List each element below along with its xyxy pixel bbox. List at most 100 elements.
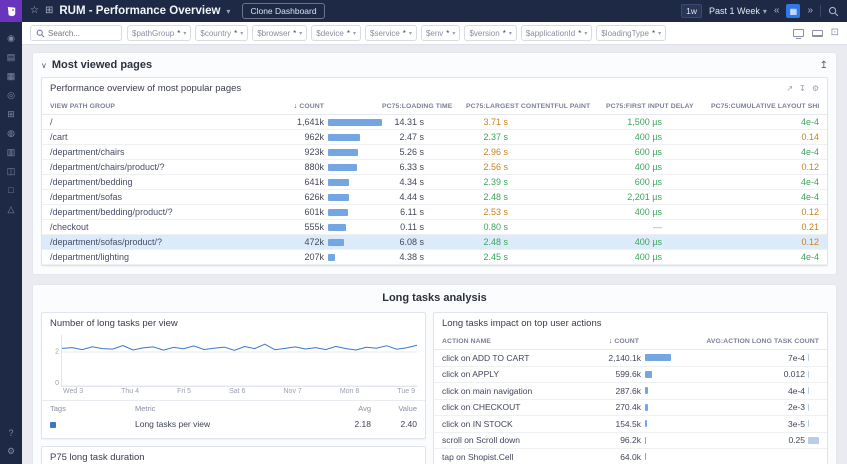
fid-value: 600 µs [606, 177, 662, 187]
title-chevron-down-icon[interactable]: ▾ [226, 7, 230, 16]
view-path-cell[interactable]: /department/sofas/product/? [50, 237, 270, 247]
column-header-cls[interactable]: PC75:CUMULATIVE LAYOUT SHIFT [711, 103, 819, 110]
settings-gear-icon[interactable]: ⚙ [7, 447, 15, 456]
view-path-cell[interactable]: /department/bedding/product/? [50, 207, 270, 217]
long-tasks-section: Long tasks analysis Number of long tasks… [32, 284, 837, 464]
column-header-action-name[interactable]: ACTION NAME [442, 338, 559, 345]
fid-cell: 400 µs [606, 162, 711, 172]
integrations-icon[interactable]: ⊞ [7, 110, 15, 119]
metrics-icon[interactable]: ▤ [7, 53, 16, 62]
view-path-cell[interactable]: /cart [50, 132, 270, 142]
collapse-chevron-icon[interactable]: ∨ [41, 61, 47, 70]
view-path-cell[interactable]: /department/bedding [50, 177, 270, 187]
table-row[interactable]: scroll on Scroll down96.2k0.25 [434, 433, 827, 450]
action-name-cell[interactable]: click on APPLY [442, 369, 559, 379]
apm-icon[interactable]: ◍ [7, 129, 15, 138]
monitors-icon[interactable]: ◎ [7, 91, 15, 100]
view-path-cell[interactable]: /checkout [50, 222, 270, 232]
action-name-cell[interactable]: click on CHECKOUT [442, 402, 559, 412]
watchdog-icon[interactable]: ◉ [7, 34, 15, 43]
infrastructure-icon[interactable]: ▦ [7, 72, 16, 81]
table-row[interactable]: click on APPLY599.6k0.012 [434, 367, 827, 384]
search-input[interactable] [48, 29, 116, 38]
search-icon[interactable] [828, 6, 839, 17]
filter-variable-version[interactable]: $version*▾ [464, 25, 516, 41]
clone-dashboard-button[interactable]: Clone Dashboard [242, 3, 324, 19]
table-row[interactable]: /department/bedding641k4.34 s2.39 s600 µ… [42, 175, 827, 190]
column-header-lcp[interactable]: PC75:LARGEST CONTENTFUL PAINT [466, 103, 606, 110]
filter-variable-applicationId[interactable]: $applicationId*▾ [521, 25, 593, 41]
legend-row[interactable]: Long tasks per view 2.18 2.40 [50, 415, 417, 433]
table-row[interactable]: /cart962k2.47 s2.37 s400 µs0.14 [42, 130, 827, 145]
view-path-cell[interactable]: /department/chairs/product/? [50, 162, 270, 172]
layout-grid-icon[interactable]: ▦ [786, 4, 800, 18]
view-path-cell[interactable]: / [50, 117, 270, 127]
time-range-selector[interactable]: Past 1 Week ▾ [709, 6, 767, 16]
time-range-shortcut[interactable]: 1w [681, 4, 702, 18]
table-row[interactable]: click on IN STOCK154.5k3e-5 [434, 416, 827, 433]
table-row[interactable]: /department/chairs/product/?880k6.33 s2.… [42, 160, 827, 175]
column-header-loading-time[interactable]: PC75:LOADING TIME [382, 103, 466, 110]
table-row[interactable]: /department/lighting207k4.38 s2.45 s400 … [42, 250, 827, 265]
table-row[interactable]: click on main navigation287.6k4e-4 [434, 383, 827, 400]
most-viewed-section: ∨ Most viewed pages ↥ Performance overvi… [32, 52, 837, 275]
tv-mode-icon[interactable] [793, 29, 804, 37]
column-header-path[interactable]: VIEW PATH GROUP [50, 103, 270, 110]
count-bar [645, 371, 671, 378]
laptop-icon[interactable] [812, 30, 823, 37]
column-header-count[interactable]: ↓COUNT [559, 338, 671, 345]
expand-icon[interactable]: ↗ [786, 84, 793, 93]
dashboards-list-icon[interactable]: ⊞ [45, 6, 53, 16]
view-path-cell[interactable]: /department/sofas [50, 192, 270, 202]
cls-cell: 4e-4 [711, 252, 819, 262]
table-row[interactable]: tap on Shopist.Cell64.0k [434, 449, 827, 464]
chevron-down-icon: ▾ [763, 7, 767, 16]
table-row[interactable]: click on ADD TO CART2,140.1k7e-4 [434, 350, 827, 367]
share-icon[interactable]: ↥ [820, 60, 828, 71]
datadog-logo[interactable] [0, 0, 22, 22]
action-name-cell[interactable]: tap on Shopist.Cell [442, 452, 559, 462]
table-row[interactable]: /checkout555k0.11 s0.80 s—0.21 [42, 220, 827, 235]
action-name-cell[interactable]: scroll on Scroll down [442, 435, 559, 445]
column-header-fid[interactable]: PC75:FIRST INPUT DELAY [606, 103, 711, 110]
action-name-cell[interactable]: click on main navigation [442, 386, 559, 396]
search-box[interactable] [30, 25, 122, 41]
filter-variable-service[interactable]: $service*▾ [365, 25, 417, 41]
filter-variable-loadingType[interactable]: $loadingType*▾ [596, 25, 666, 41]
table-row[interactable]: /department/sofas626k4.44 s2.48 s2,201 µ… [42, 190, 827, 205]
table-row[interactable]: /department/bedding/product/?601k6.11 s2… [42, 205, 827, 220]
table-row[interactable]: /department/chairs923k5.26 s2.96 s600 µs… [42, 145, 827, 160]
filter-variable-browser[interactable]: $browser*▾ [252, 25, 307, 41]
next-timeframe-icon[interactable]: » [807, 6, 813, 16]
avg-value: 4e-4 [788, 386, 805, 396]
count-bar [645, 404, 671, 411]
table-row[interactable]: /department/sofas/product/?472k6.08 s2.4… [42, 235, 827, 250]
previous-timeframe-icon[interactable]: « [774, 6, 780, 16]
widget-settings-gear-icon[interactable]: ⚙ [812, 84, 819, 93]
tasks-line-chart[interactable] [61, 335, 417, 387]
loading-time-value: 6.11 s [382, 207, 424, 217]
avg-long-task-cell: 0.012 [671, 369, 819, 379]
column-header-count[interactable]: ↓COUNT [270, 103, 382, 110]
fullscreen-icon[interactable]: ⊡ [831, 28, 839, 38]
security-icon[interactable]: □ [8, 186, 13, 195]
filter-variable-country[interactable]: $country*▾ [195, 25, 248, 41]
help-icon[interactable]: ? [8, 429, 13, 438]
notebooks-icon[interactable]: ▥ [7, 148, 16, 157]
column-header-avg-long-task-count[interactable]: AVG:ACTION LONG TASK COUNT [671, 338, 819, 345]
count-bar-fill [328, 164, 357, 171]
rum-icon[interactable]: △ [8, 205, 15, 214]
table-row[interactable]: /1,641k14.31 s3.71 s1,500 µs4e-4 [42, 115, 827, 130]
download-icon[interactable]: ↧ [799, 84, 806, 93]
filter-variable-env[interactable]: $env*▾ [421, 25, 461, 41]
favorite-star-icon[interactable]: ☆ [30, 6, 39, 16]
view-path-cell[interactable]: /department/chairs [50, 147, 270, 157]
action-name-cell[interactable]: click on ADD TO CART [442, 353, 559, 363]
fid-cell: 1,500 µs [606, 117, 711, 127]
filter-variable-device[interactable]: $device*▾ [311, 25, 361, 41]
action-name-cell[interactable]: click on IN STOCK [442, 419, 559, 429]
view-path-cell[interactable]: /department/lighting [50, 252, 270, 262]
filter-variable-pathGroup[interactable]: $pathGroup*▾ [127, 25, 191, 41]
table-row[interactable]: click on CHECKOUT270.4k2e-3 [434, 400, 827, 417]
logs-icon[interactable]: ◫ [7, 167, 16, 176]
